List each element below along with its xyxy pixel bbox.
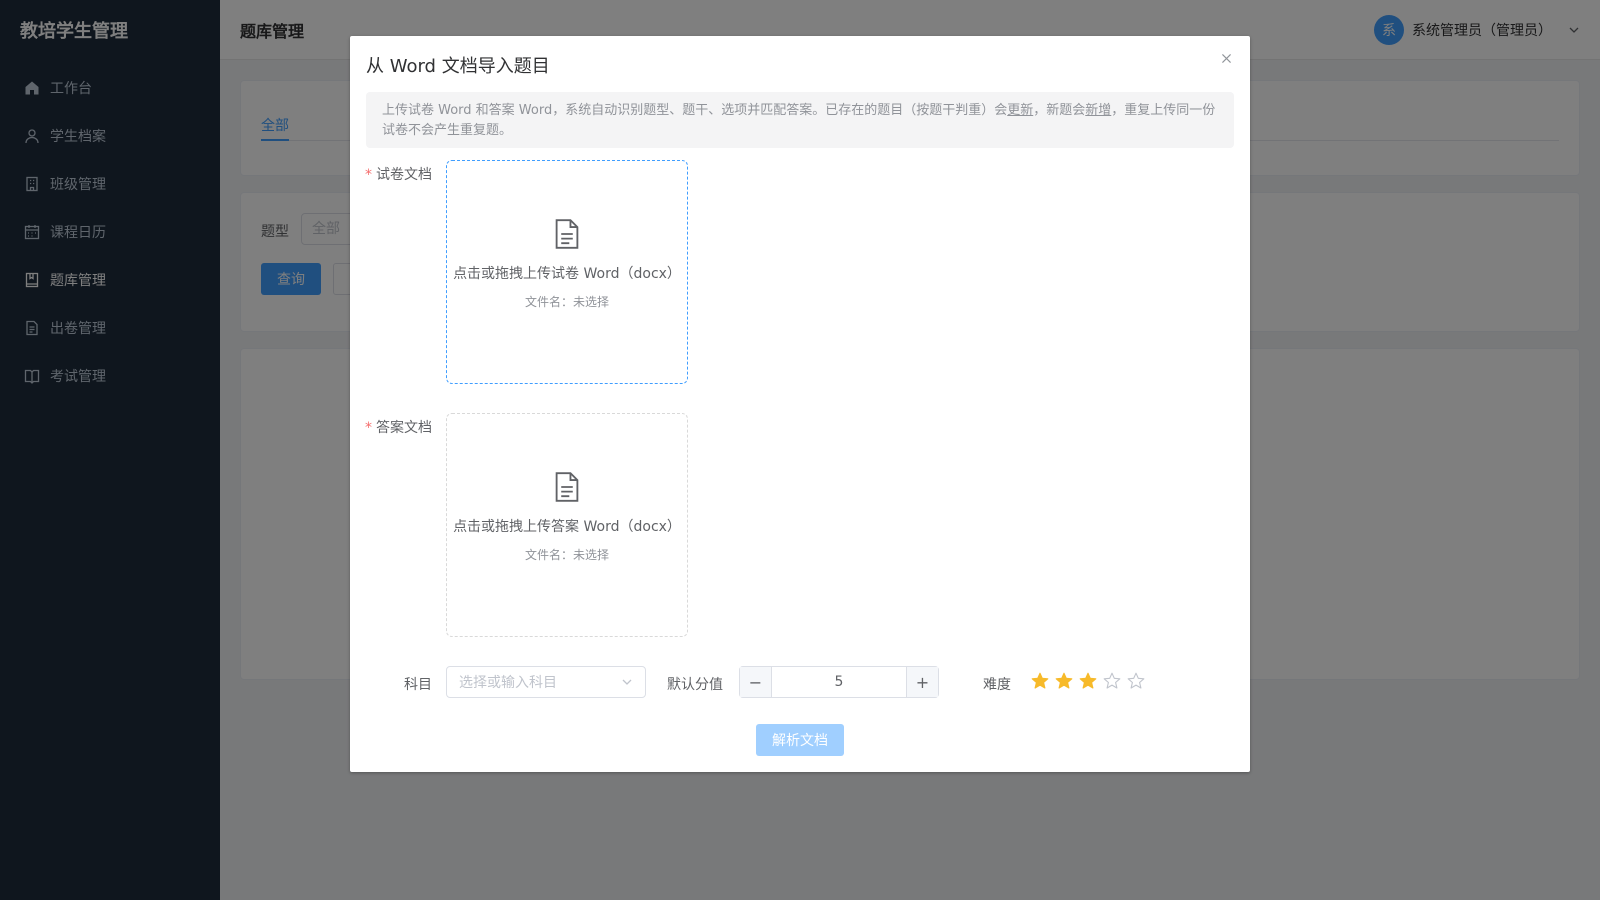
score-input[interactable]: 5 (772, 667, 906, 697)
exam-doc-label: * 试卷文档 (362, 164, 432, 184)
chevron-down-icon (622, 679, 632, 685)
subject-placeholder: 选择或输入科目 (459, 675, 557, 691)
tip-text: 上传试卷 Word 和答案 Word，系统自动识别题型、题干、选项并匹配答案。已… (382, 103, 1008, 118)
answer-doc-label-text: 答案文档 (376, 420, 432, 436)
decrease-button[interactable]: − (740, 667, 772, 697)
parse-document-button[interactable]: 解析文档 (756, 724, 844, 756)
close-icon[interactable] (1218, 50, 1234, 66)
import-dialog: 从 Word 文档导入题目 上传试卷 Word 和答案 Word，系统自动识别题… (350, 36, 1250, 772)
score-label: 默认分值 (667, 677, 723, 693)
exam-doc-upload[interactable]: 点击或拖拽上传试卷 Word（docx） 文件名：未选择 (446, 160, 688, 384)
answer-doc-label: * 答案文档 (362, 417, 432, 437)
tip-update-word: 更新 (1007, 103, 1034, 118)
exam-doc-label-text: 试卷文档 (376, 167, 432, 183)
star-empty-icon[interactable] (1103, 672, 1121, 690)
star-filled-icon[interactable] (1031, 672, 1049, 690)
difficulty-rating[interactable] (1031, 672, 1145, 690)
tip-text: ，新题会 (1033, 103, 1086, 118)
star-empty-icon[interactable] (1127, 672, 1145, 690)
score-stepper: − 5 + (739, 666, 939, 698)
star-filled-icon[interactable] (1079, 672, 1097, 690)
exam-doc-upload-text: 点击或拖拽上传试卷 Word（docx） (453, 266, 681, 282)
subject-select[interactable]: 选择或输入科目 (446, 666, 646, 698)
file-icon (555, 472, 579, 502)
star-filled-icon[interactable] (1055, 672, 1073, 690)
required-mark: * (365, 420, 372, 436)
import-tip: 上传试卷 Word 和答案 Word，系统自动识别题型、题干、选项并匹配答案。已… (366, 92, 1234, 148)
increase-button[interactable]: + (906, 667, 938, 697)
dialog-title: 从 Word 文档导入题目 (366, 56, 550, 77)
file-icon (555, 219, 579, 249)
answer-doc-upload[interactable]: 点击或拖拽上传答案 Word（docx） 文件名：未选择 (446, 413, 688, 637)
subject-label: 科目 (404, 677, 432, 693)
difficulty-label: 难度 (983, 677, 1011, 693)
tip-add-word: 新增 (1085, 103, 1112, 118)
exam-doc-file-name: 文件名：未选择 (524, 295, 609, 309)
answer-doc-upload-text: 点击或拖拽上传答案 Word（docx） (453, 519, 681, 535)
answer-doc-file-name: 文件名：未选择 (524, 548, 609, 562)
required-mark: * (365, 167, 372, 183)
